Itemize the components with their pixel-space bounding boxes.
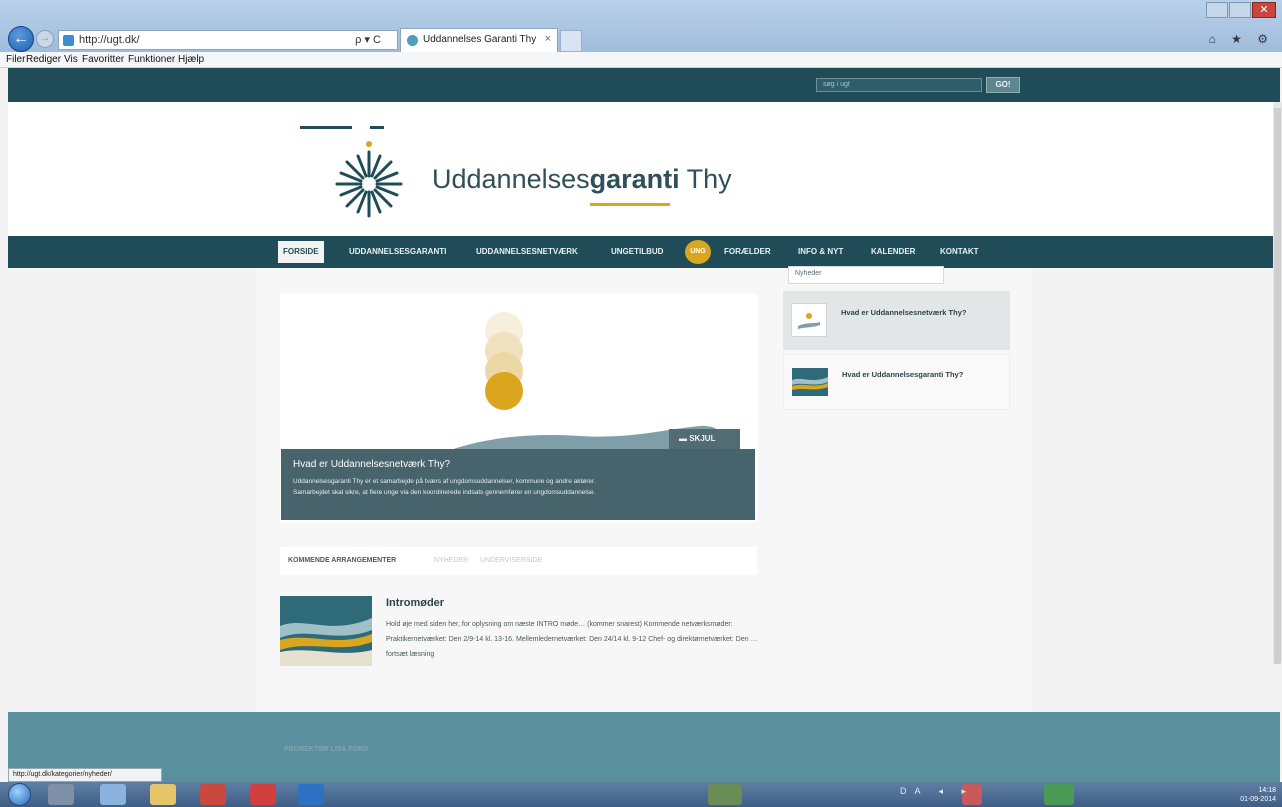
taskbar-clock[interactable]: 14:18 01-09-2014 [1240,786,1276,804]
arrow-right-icon: → [40,33,50,44]
status-bar-url: http://ugt.dk/kategorier/nyheder/ [8,768,162,782]
browser-toolbar-icons[interactable]: ⌂ ★ ⚙ [1209,32,1274,46]
menu-item-favoritter[interactable]: Favoritter [82,54,124,65]
scrollbar-thumb[interactable] [1274,108,1281,664]
site-name-bold: garanti [589,164,680,194]
menu-item-filer[interactable]: Filer [6,54,25,65]
clock-time: 14:18 [1258,787,1276,794]
nav-item-info-nyt[interactable]: INFO & NYT [798,236,843,268]
clock-date: 01-09-2014 [1240,796,1276,803]
browser-titlebar: ← → http://ugt.dk/ ρ ▾ C Uddannelses Gar… [0,0,1282,52]
nav-item-kalender[interactable]: KALENDER [871,236,915,268]
header-decor-line [300,126,352,129]
menu-item-funktioner[interactable]: Funktioner [128,54,175,65]
forward-button[interactable]: → [36,30,54,48]
event-thumbnail[interactable] [280,596,372,666]
site-search-input[interactable]: søg i ugt [816,78,982,92]
close-icon: ✕ [1259,4,1269,16]
nav-item-ungetilbud[interactable]: UNGETILBUD [611,236,663,268]
slider-caption-title[interactable]: Hvad er Uddannelsesnetværk Thy? [293,459,743,470]
event-description: Hold øje med siden her, for oplysning om… [386,621,758,643]
menu-item-rediger[interactable]: Rediger [26,54,61,65]
read-more-link[interactable]: fortsæt læsning [386,651,434,658]
maximize-button[interactable] [1229,2,1251,18]
tab-favicon-icon [407,35,418,46]
site-favicon-icon [63,35,74,46]
taskbar-file-explorer-icon[interactable] [150,784,176,805]
event-title[interactable]: Intromøder [386,597,444,609]
taskbar-network-icon[interactable] [708,784,742,805]
header-decor-line [370,126,384,129]
site-header: Uddannelsesgaranti Thy [8,102,1280,236]
sidebar-item-netvaerk[interactable]: Hvad er Uddannelsesnetværk Thy? [783,291,1010,350]
arrow-left-icon: ← [13,30,29,47]
slider-caption-body: Samarbejdet skal sikre, at flere unge vi… [293,489,596,496]
sidebar-thumbnail [791,303,827,337]
window-controls: ✕ [1206,2,1276,20]
info-nyt-submenu: Nyheder [788,266,944,284]
content-tabs: KOMMENDE ARRANGEMENTER NYHEDER UNDERVISE… [280,547,757,575]
system-tray[interactable]: DA ◂ ▸ [900,786,974,797]
windows-taskbar: DA ◂ ▸ 14:18 01-09-2014 [0,782,1282,807]
taskbar-internet-explorer-icon[interactable] [100,784,126,805]
nav-item-foraelder[interactable]: FORÆLDER [724,236,771,268]
page-scrollbar[interactable] [1273,102,1282,664]
main-navigation: FORSIDE UDDANNELSESGARANTI UDDANNELSESNE… [8,236,1280,268]
tab-close-icon[interactable]: × [545,33,551,45]
nav-item-ung[interactable]: UNG [685,240,711,264]
start-button[interactable] [8,783,31,806]
browser-menubar: Filer Rediger Vis Favoritter Funktioner … [0,52,1282,68]
nav-item-uddannelsesgaranti[interactable]: UDDANNELSESGARANTI [349,236,446,268]
logo-underline [590,203,670,206]
search-go-button[interactable]: GO! [986,77,1020,93]
taskbar-battery-icon[interactable] [1044,784,1074,805]
browser-tab[interactable]: Uddannelses Garanti Thy × [400,28,558,52]
tab-kommende-arrangementer[interactable]: KOMMENDE ARRANGEMENTER [288,557,396,564]
sun-hand-icon [798,313,820,329]
menu-item-vis[interactable]: Vis [64,54,78,65]
back-button[interactable]: ← [8,26,34,52]
address-text: http://ugt.dk/ [79,34,140,46]
window-close-button[interactable]: ✕ [1252,2,1276,18]
nav-item-forside[interactable]: FORSIDE [278,241,324,263]
nav-item-uddannelsesnetvaerk[interactable]: UDDANNELSESNETVÆRK [476,236,578,268]
hide-caption-button[interactable]: ▬ SKJUL [669,429,740,449]
sidebar-item-title: Hvad er Uddannelsesnetværk Thy? [841,308,967,317]
event-text: Hold øje med siden her, for oplysning om… [386,617,766,662]
site-name-prefix: Uddannelses [432,164,590,194]
tab-underviserside[interactable]: UNDERVISERSIDE [480,557,542,564]
submenu-item-nyheder[interactable]: Nyheder [795,270,821,277]
sidebar-item-garanti[interactable]: Hvad er Uddannelsesgaranti Thy? [783,354,1010,410]
tab-nyheder[interactable]: NYHEDER [434,557,468,564]
slider-caption: Hvad er Uddannelsesnetværk Thy? Uddannel… [281,449,755,520]
taskbar-media-player-icon[interactable] [48,784,74,805]
site-name[interactable]: Uddannelsesgaranti Thy [432,164,732,195]
footer-text: PROREKTØR LISA FORD [284,746,369,753]
slider-caption-body: Uddannelsesgaranti Thy er et samarbejde … [293,478,596,485]
sidebar-thumbnail [792,368,828,396]
nav-item-kontakt[interactable]: KONTAKT [940,236,979,268]
site-topbar: søg i ugt GO! [8,68,1280,102]
minimize-button[interactable] [1206,2,1228,18]
site-name-suffix: Thy [679,164,732,194]
new-tab-button[interactable] [560,30,582,52]
wave-image-icon [280,596,372,666]
address-tools[interactable]: ρ ▾ C [340,30,396,50]
tab-title: Uddannelses Garanti Thy [423,34,537,45]
taskbar-chrome-icon[interactable] [200,784,226,805]
sidebar-item-title: Hvad er Uddannelsesgaranti Thy? [842,370,964,379]
site-footer: PROREKTØR LISA FORD [8,712,1280,782]
taskbar-outlook-icon[interactable] [298,784,324,805]
menu-item-hjaelp[interactable]: Hjælp [178,54,204,65]
sun-logo-icon[interactable] [324,136,414,226]
wave-image-icon [792,368,828,396]
slider-gold-circle [485,372,523,410]
taskbar-acrobat-icon[interactable] [250,784,276,805]
